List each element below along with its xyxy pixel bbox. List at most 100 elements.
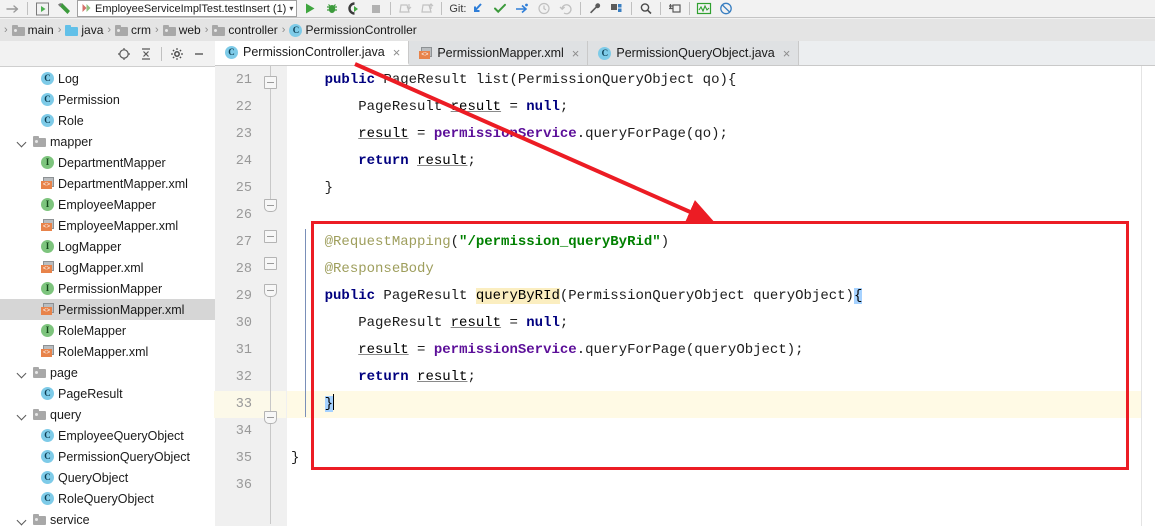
code-line[interactable]: @ResponseBody — [287, 256, 1155, 283]
git-commit-icon[interactable] — [489, 0, 511, 17]
editor-tab-permissioncontroller-java[interactable]: C PermissionController.java × — [215, 41, 410, 65]
code-line[interactable]: return result; — [287, 148, 1155, 175]
tree-item-logmapper-xml[interactable]: LogMapper.xml — [0, 257, 215, 278]
tree-item-rolequeryobject[interactable]: C RoleQueryObject — [0, 488, 215, 509]
code-line[interactable]: result = permissionService.queryForPage(… — [287, 337, 1155, 364]
tree-item-log[interactable]: C Log — [0, 68, 215, 89]
run-gutter-icon[interactable] — [31, 0, 53, 17]
fold-box[interactable] — [264, 230, 277, 243]
collapse-all-icon[interactable] — [136, 44, 156, 64]
fold-box[interactable] — [264, 411, 277, 424]
debug-icon[interactable] — [321, 0, 343, 17]
editor-tab-permissionqueryobject-java[interactable]: C PermissionQueryObject.java × — [588, 41, 800, 65]
tree-item-employeemapper[interactable]: I EmployeeMapper — [0, 194, 215, 215]
build-hammer-icon[interactable] — [53, 0, 75, 17]
tree-item-employeequeryobject[interactable]: C EmployeeQueryObject — [0, 425, 215, 446]
run-with-coverage-icon[interactable] — [343, 0, 365, 17]
code-line[interactable]: result = permissionService.queryForPage(… — [287, 121, 1155, 148]
line-number: 28 — [235, 262, 252, 277]
chevron-down-icon[interactable]: ▾ — [289, 4, 293, 13]
tree-item-role[interactable]: C Role — [0, 110, 215, 131]
code-line[interactable]: PageResult result = null; — [287, 310, 1155, 337]
editor-tab-permissionmapper-xml[interactable]: PermissionMapper.xml × — [409, 41, 589, 65]
settings-wrench-icon[interactable] — [584, 0, 606, 17]
folder-icon — [162, 24, 176, 36]
forward-arrow-icon[interactable] — [2, 0, 24, 17]
tree-item-query[interactable]: query — [0, 404, 215, 425]
git-push-icon[interactable] — [511, 0, 533, 17]
close-icon[interactable]: × — [393, 45, 401, 60]
breadcrumb-item-web[interactable]: web — [161, 23, 203, 37]
tree-item-pageresult[interactable]: C PageResult — [0, 383, 215, 404]
tree-item-page[interactable]: page — [0, 362, 215, 383]
tree-item-rolemapper-xml[interactable]: RoleMapper.xml — [0, 341, 215, 362]
breadcrumb-item-main[interactable]: main — [10, 23, 56, 37]
git-update-icon[interactable] — [467, 0, 489, 17]
code-line[interactable] — [287, 418, 1155, 445]
fold-box[interactable] — [264, 284, 277, 297]
code-line[interactable] — [287, 202, 1155, 229]
code-editor[interactable]: 21 22 23 24 25 26 27 28 29 30 31 32 33 34 35 36 public … — [214, 66, 1155, 526]
chevron-down-icon[interactable] — [16, 366, 29, 379]
code-line[interactable]: } — [287, 175, 1155, 202]
tree-item-employeemapper-xml[interactable]: EmployeeMapper.xml — [0, 215, 215, 236]
monitor-icon[interactable] — [693, 0, 715, 17]
fold-box[interactable] — [264, 257, 277, 270]
run-configuration-selector[interactable]: EmployeeServiceImplTest.testInsert (1) ▾ — [77, 0, 298, 17]
no-access-icon[interactable] — [715, 0, 737, 17]
code-text[interactable]: public PageResult list(PermissionQueryOb… — [287, 66, 1155, 526]
fold-box[interactable] — [264, 199, 277, 212]
tree-item-permissionmapper[interactable]: I PermissionMapper — [0, 278, 215, 299]
code-line[interactable]: } — [287, 391, 1155, 418]
code-token: null — [526, 315, 560, 331]
tree-item-permission[interactable]: C Permission — [0, 89, 215, 110]
close-icon[interactable]: × — [783, 46, 791, 61]
breadcrumb-item-crm[interactable]: crm — [113, 23, 153, 37]
search-icon[interactable] — [635, 0, 657, 17]
hide-panel-icon[interactable] — [189, 44, 209, 64]
chevron-down-icon[interactable] — [16, 135, 29, 148]
breadcrumb-item-java[interactable]: java — [63, 23, 105, 37]
code-token: result — [417, 369, 468, 385]
code-line[interactable]: public PageResult queryByRId(PermissionQ… — [287, 283, 1155, 310]
panel-header-separator — [161, 46, 162, 61]
chevron-down-icon[interactable] — [16, 513, 29, 526]
code-line[interactable]: public PageResult list(PermissionQueryOb… — [287, 67, 1155, 94]
save-all-icon[interactable] — [664, 0, 686, 17]
line-number: 22 — [235, 100, 252, 115]
project-structure-icon[interactable] — [606, 0, 628, 17]
locate-file-icon[interactable] — [114, 44, 134, 64]
close-icon[interactable]: × — [572, 46, 580, 61]
breadcrumb-item-permissioncontroller[interactable]: C PermissionController — [287, 23, 418, 37]
fold-box[interactable] — [264, 76, 277, 89]
code-line[interactable]: } — [287, 445, 1155, 472]
tree-item-logmapper[interactable]: I LogMapper — [0, 236, 215, 257]
tree-item-label: PermissionQueryObject — [58, 449, 190, 464]
code-token: (PermissionQueryObject queryObject) — [559, 288, 854, 304]
tree-item-departmentmapper-xml[interactable]: DepartmentMapper.xml — [0, 173, 215, 194]
run-icon[interactable] — [299, 0, 321, 17]
gear-icon[interactable] — [167, 44, 187, 64]
tree-item-departmentmapper[interactable]: I DepartmentMapper — [0, 152, 215, 173]
chevron-down-icon[interactable] — [16, 408, 29, 421]
code-line[interactable] — [287, 472, 1155, 499]
code-line[interactable]: return result; — [287, 364, 1155, 391]
code-token: result — [358, 126, 409, 142]
toolbar-separator-6 — [659, 2, 661, 15]
tree-item-queryobject[interactable]: C QueryObject — [0, 467, 215, 488]
tree-item-rolemapper[interactable]: I RoleMapper — [0, 320, 215, 341]
editor-gutter[interactable]: 21 22 23 24 25 26 27 28 29 30 31 32 33 34 35 36 — [214, 66, 287, 526]
tree-item-permissionqueryobject[interactable]: C PermissionQueryObject — [0, 446, 215, 467]
toolbar-separator-4 — [579, 2, 581, 15]
tree-item-permissionmapper-xml[interactable]: PermissionMapper.xml — [0, 299, 215, 320]
tree-item-mapper[interactable]: mapper — [0, 131, 215, 152]
code-line[interactable]: @RequestMapping("/permission_queryByRid"… — [287, 229, 1155, 256]
breadcrumb-item-controller[interactable]: controller — [210, 23, 279, 37]
code-token: public — [324, 72, 376, 88]
code-line[interactable]: PageResult result = null; — [287, 94, 1155, 121]
breadcrumb-label: crm — [131, 23, 152, 37]
tree-item-service[interactable]: service — [0, 509, 215, 526]
